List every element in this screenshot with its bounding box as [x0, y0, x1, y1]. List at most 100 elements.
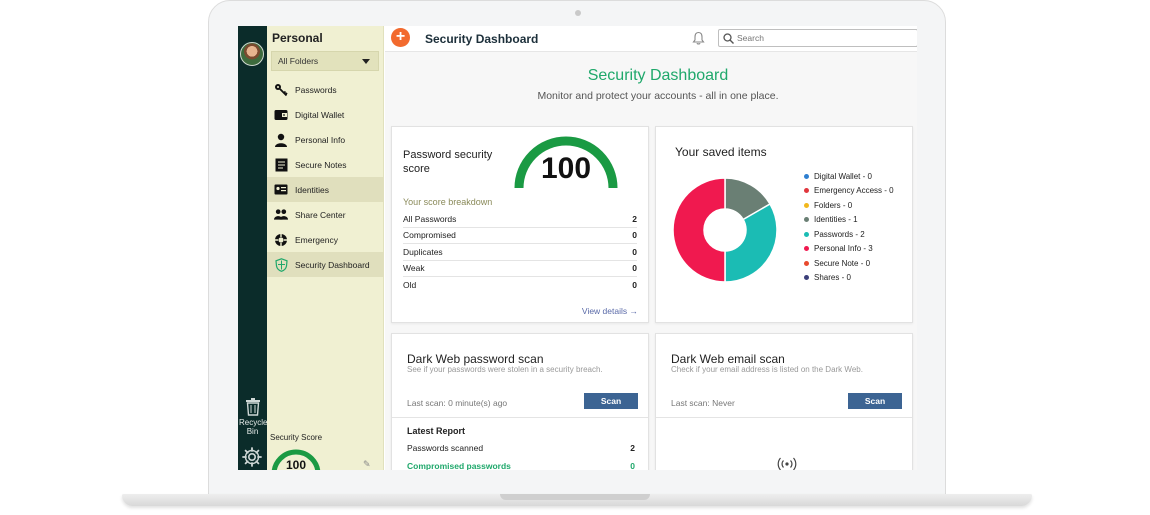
scan-email-button[interactable]: Scan: [848, 393, 902, 409]
legend-dot: [804, 246, 809, 252]
radar-scan-icon: [777, 457, 797, 470]
id-card-icon: [274, 183, 288, 197]
sidebar-item-label: Share Center: [295, 209, 346, 220]
legend-item: Folders - 0: [804, 198, 912, 213]
top-bar-title: Security Dashboard: [425, 32, 539, 46]
avatar[interactable]: [240, 42, 264, 66]
score-breakdown-table: All Passwords 2 Compromised 0 Duplicates 0 …: [403, 211, 637, 294]
sidebar-item-emergency[interactable]: Emergency: [267, 227, 384, 252]
row-value: 0: [632, 246, 637, 257]
legend-label: Digital Wallet - 0: [814, 171, 872, 181]
lifebuoy-icon: [274, 233, 288, 247]
table-row: All Passwords 2: [403, 211, 637, 228]
legend-dot: [804, 188, 809, 194]
scan-passwords-button[interactable]: Scan: [584, 393, 638, 409]
donut-slice-personal-info[interactable]: [672, 177, 726, 283]
caret-down-icon: [362, 59, 370, 64]
row-value: 2: [632, 213, 637, 224]
laptop-camera: [575, 10, 581, 16]
report-row: Compromised passwords 0: [407, 461, 635, 470]
divider: [392, 417, 648, 418]
legend-dot: [804, 173, 809, 179]
wallet-icon: [274, 108, 288, 122]
score-breakdown-label: Your score breakdown: [403, 197, 493, 207]
last-scan-text: Last scan: Never: [671, 398, 735, 408]
donut-slice-passwords[interactable]: [724, 202, 778, 283]
search-input[interactable]: [718, 29, 917, 47]
recycle-bin[interactable]: Recycle Bin: [239, 398, 268, 436]
sidebar: Personal All Folders Passwords Digital W…: [267, 26, 384, 470]
row-label: Compromised: [403, 230, 456, 241]
saved-items-card: Your saved items Digital Wallet - 0 Emer…: [655, 126, 913, 323]
row-value: 0: [632, 230, 637, 241]
sidebar-item-secure-notes[interactable]: Secure Notes: [267, 152, 384, 177]
sidebar-item-label: Emergency: [295, 234, 338, 245]
legend-dot: [804, 260, 809, 266]
table-row: Old 0: [403, 277, 637, 294]
legend-label: Folders - 0: [814, 200, 853, 210]
sidebar-item-personal-info[interactable]: Personal Info: [267, 127, 384, 152]
left-rail: Recycle Bin: [238, 26, 267, 470]
report-row-label: Passwords scanned: [407, 443, 484, 453]
top-bar: + Security Dashboard: [385, 26, 917, 52]
legend-label: Secure Note - 0: [814, 258, 871, 268]
legend-item: Shares - 0: [804, 271, 912, 286]
legend-dot: [804, 231, 809, 237]
page-title: Security Dashboard: [587, 67, 729, 84]
key-icon: [274, 83, 288, 97]
report-row-label: Compromised passwords: [407, 461, 511, 470]
person-icon: [274, 133, 288, 147]
row-value: 0: [632, 263, 637, 274]
legend-item: Digital Wallet - 0: [804, 169, 912, 184]
sidebar-item-security-dashboard[interactable]: Security Dashboard: [267, 252, 384, 277]
legend-label: Identities - 1: [814, 215, 858, 225]
chart-legend: Digital Wallet - 0 Emergency Access - 0 …: [804, 169, 912, 285]
row-label: Duplicates: [403, 246, 443, 257]
security-score-label: Security Score: [270, 433, 323, 442]
recycle-bin-label: Recycle Bin: [239, 418, 268, 436]
legend-label: Shares - 0: [814, 273, 851, 283]
report-row: Passwords scanned 2: [407, 443, 635, 453]
sidebar-nav: Passwords Digital Wallet Personal Info S…: [267, 77, 384, 277]
legend-label: Emergency Access - 0: [814, 186, 894, 196]
app-screen: Recycle Bin Personal All Folders Passwor…: [238, 26, 917, 470]
saved-items-donut-chart: [672, 177, 778, 283]
sidebar-item-share-center[interactable]: Share Center: [267, 202, 384, 227]
row-value: 0: [632, 280, 637, 291]
sidebar-title: Personal: [272, 31, 323, 45]
sidebar-item-label: Passwords: [295, 84, 337, 95]
divider: [656, 417, 912, 418]
report-row-value: 2: [630, 443, 635, 453]
sidebar-item-passwords[interactable]: Passwords: [267, 77, 384, 102]
sidebar-item-label: Identities: [295, 184, 330, 195]
sidebar-item-label: Secure Notes: [295, 159, 347, 170]
dark-web-email-subtitle: Check if your email address is listed on…: [671, 365, 863, 374]
legend-dot: [804, 217, 809, 223]
legend-item: Passwords - 2: [804, 227, 912, 242]
legend-label: Passwords - 2: [814, 229, 865, 239]
shield-icon: [274, 257, 288, 272]
view-details-link[interactable]: View details →: [582, 306, 638, 316]
score-value: 100: [541, 152, 591, 185]
bell-icon[interactable]: [692, 31, 705, 45]
legend-label: Personal Info - 3: [814, 244, 873, 254]
folder-select-value: All Folders: [278, 56, 319, 66]
dark-web-email-card: Dark Web email scan Check if your email …: [655, 333, 913, 470]
legend-dot: [804, 275, 809, 281]
laptop-notch: [500, 494, 650, 500]
sidebar-item-digital-wallet[interactable]: Digital Wallet: [267, 102, 384, 127]
mini-score-value: 100: [286, 458, 306, 470]
folder-select[interactable]: All Folders: [271, 51, 379, 71]
legend-item: Emergency Access - 0: [804, 184, 912, 199]
trash-icon: [245, 398, 260, 416]
table-row: Compromised 0: [403, 228, 637, 244]
gear-icon[interactable]: [240, 445, 264, 469]
sidebar-item-identities[interactable]: Identities: [267, 177, 384, 202]
search-icon: [723, 33, 734, 44]
pencil-icon[interactable]: ✎: [363, 459, 371, 470]
legend-item: Personal Info - 3: [804, 242, 912, 257]
last-scan-text: Last scan: 0 minute(s) ago: [407, 398, 508, 408]
add-item-button[interactable]: +: [391, 28, 410, 47]
mini-score-gauge[interactable]: 100: [270, 448, 322, 470]
row-label: Weak: [403, 263, 425, 274]
